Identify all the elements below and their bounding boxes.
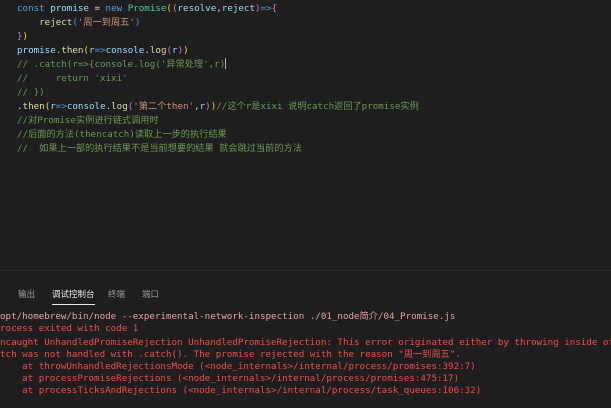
panel-tabs: 输出 调试控制台 终端 端口 (0, 285, 611, 305)
console-line: at processTicksAndRejections (<node_inte… (0, 385, 482, 396)
code-token: => (55, 101, 67, 112)
code-token: //后面的方法(thencatch)读取上一步的执行结果 (17, 129, 227, 140)
console-line: tch was not handled with .catch(). The p… (0, 349, 461, 360)
code-line[interactable]: // }) (17, 86, 45, 99)
code-token: new (105, 3, 128, 14)
console-line: opt/homebrew/bin/node --experimental-net… (0, 311, 456, 322)
code-line[interactable]: reject('周一到周五') (17, 16, 140, 29)
console-line: ncaught UnhandledPromiseRejection Unhand… (0, 337, 611, 348)
code-line[interactable]: // .catch(r=>{console.log('异常处理',r) (17, 58, 227, 71)
code-token: // }) (17, 87, 45, 98)
code-token: ) (134, 17, 141, 28)
code-line[interactable]: // return 'xixi' (17, 72, 128, 85)
debug-console-output[interactable]: opt/homebrew/bin/node --experimental-net… (0, 311, 611, 408)
code-line[interactable]: // 如果上一部的执行结果不是当前想要的结果 就会跳过当前的方法 (17, 142, 302, 155)
code-token: log (111, 101, 128, 112)
code-token: => (260, 3, 272, 14)
code-line[interactable]: const promise = new Promise((resolve,rej… (17, 2, 277, 15)
code-line[interactable]: .then(r=>console.log('第二个then',r))//这个r是… (17, 100, 419, 113)
code-token: '周一到周五' (77, 17, 135, 28)
code-token: reject (221, 3, 255, 14)
code-token: Promise (127, 3, 167, 14)
tab-debug-console[interactable]: 调试控制台 (52, 285, 95, 305)
tab-output[interactable]: 输出 (18, 285, 35, 305)
code-token: // 如果上一部的执行结果不是当前想要的结果 就会跳过当前的方法 (17, 143, 302, 154)
code-line[interactable]: promise.then(r=>console.log(r)) (17, 44, 189, 57)
code-token: // .catch(r=>{console.log('异常处理',r) (17, 59, 226, 70)
tab-terminal[interactable]: 终端 (108, 285, 125, 305)
code-token: ) (22, 31, 29, 42)
text-cursor (225, 58, 227, 69)
code-token: //这个r是xixi 说明catch返回了promise实例 (216, 101, 419, 112)
code-token: '第二个then' (133, 101, 195, 112)
code-line[interactable]: //对Promise实例进行链式调用时 (17, 114, 159, 127)
code-token: reject (39, 17, 73, 28)
code-token: { (271, 3, 278, 14)
code-token: // return 'xixi' (17, 73, 128, 84)
code-token: log (149, 45, 167, 56)
code-token: console (66, 101, 106, 112)
code-token: promise (17, 45, 56, 56)
console-line: rocess exited with code 1 (0, 323, 139, 334)
code-token: const (17, 3, 51, 14)
code-token: = (88, 3, 106, 14)
code-token: //对Promise实例进行链式调用时 (17, 115, 159, 126)
console-line: at throwUnhandledRejectionsMode (<node_i… (0, 361, 476, 372)
code-token: console (105, 45, 145, 56)
code-line[interactable]: //后面的方法(thencatch)读取上一步的执行结果 (17, 128, 227, 141)
code-token: then (22, 101, 45, 112)
tab-ports[interactable]: 端口 (142, 285, 159, 305)
console-line: at processPromiseRejections (<node_inter… (0, 373, 460, 384)
code-line[interactable]: }) (17, 30, 28, 43)
code-token: => (94, 45, 106, 56)
code-token: then (61, 45, 84, 56)
code-token: promise (50, 3, 89, 14)
code-editor[interactable]: const promise = new Promise((resolve,rej… (0, 0, 611, 270)
code-token: resolve (177, 3, 217, 14)
code-token: ) (183, 45, 189, 56)
bottom-panel: 输出 调试控制台 终端 端口 opt/homebrew/bin/node --e… (0, 270, 611, 408)
